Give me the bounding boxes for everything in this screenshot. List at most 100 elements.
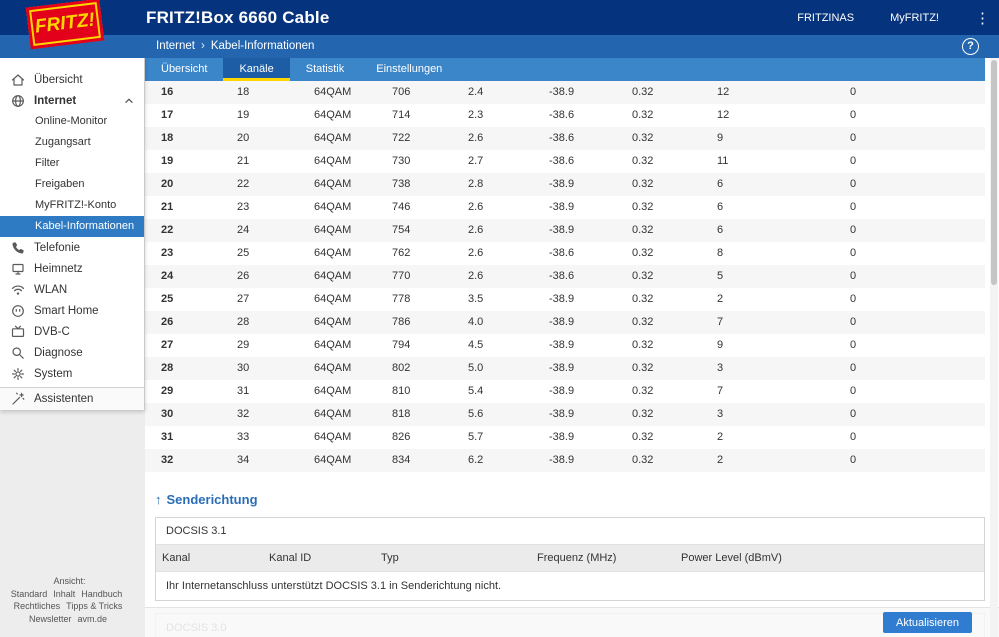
channel-cell: 24 (237, 224, 250, 236)
help-icon[interactable]: ? (962, 38, 979, 55)
sidebar-item-heimnetz[interactable]: Heimnetz (0, 258, 144, 279)
breadcrumb-separator-icon: › (201, 40, 205, 52)
channel-cell: -38.9 (549, 431, 575, 443)
sidebar-item-diagnose[interactable]: Diagnose (0, 342, 144, 363)
refresh-button[interactable]: Aktualisieren (883, 612, 972, 633)
sidebar-item-label: Assistenten (34, 393, 94, 405)
phone-icon (11, 241, 25, 255)
sidebar-item-label: Internet (34, 94, 77, 107)
column-header-kanal: Kanal (162, 552, 191, 564)
footer-link-avmde[interactable]: avm.de (78, 614, 108, 624)
sidebar-item-dvb-c[interactable]: DVB-C (0, 321, 144, 342)
sidebar-item-system[interactable]: System (0, 363, 144, 384)
channel-cell: 0.32 (632, 316, 654, 328)
channel-cell: 762 (392, 247, 411, 259)
sidebar-item-uebersicht[interactable]: Übersicht (0, 69, 144, 90)
channel-cell: 26 (161, 316, 174, 328)
channel-cell: 64QAM (314, 201, 352, 213)
channel-row: 25 27 64QAM 778 3.5 -38.9 0.32 2 0 (145, 288, 985, 311)
channel-cell: 64QAM (314, 86, 352, 98)
sidebar-subitem-zugangsart[interactable]: Zugangsart (0, 132, 144, 153)
tab-kanaele[interactable]: Kanäle (223, 58, 290, 81)
channel-cell: 834 (392, 454, 411, 466)
breadcrumb-section[interactable]: Internet (156, 40, 195, 52)
channel-cell: -38.9 (549, 178, 575, 190)
sidebar-subitem-freigaben[interactable]: Freigaben (0, 174, 144, 195)
sidebar-subitem-filter[interactable]: Filter (0, 153, 144, 174)
channel-cell: 64QAM (314, 270, 352, 282)
channel-cell: 64QAM (314, 339, 352, 351)
globe-icon (11, 94, 25, 108)
sidebar-subitem-myfritz-konto[interactable]: MyFRITZ!-Konto (0, 195, 144, 216)
tab-statistik[interactable]: Statistik (290, 58, 361, 81)
channel-row: 20 22 64QAM 738 2.8 -38.9 0.32 6 0 (145, 173, 985, 196)
channel-cell: 64QAM (314, 224, 352, 236)
tab-einstellungen[interactable]: Einstellungen (360, 58, 458, 81)
top-nav: FRITZINAS MyFRITZ! ⋮ (797, 0, 990, 35)
sidebar-item-label: WLAN (34, 283, 68, 296)
channel-cell: 0 (850, 408, 857, 420)
channel-cell: 2.6 (468, 132, 484, 144)
sidebar-item-wlan[interactable]: WLAN (0, 279, 144, 300)
kebab-menu-icon[interactable]: ⋮ (975, 9, 990, 27)
channel-cell: 0.32 (632, 86, 654, 98)
channel-cell: 64QAM (314, 431, 352, 443)
tab-bar: Übersicht Kanäle Statistik Einstellungen (145, 58, 985, 81)
vertical-scrollbar[interactable] (990, 58, 998, 637)
channel-cell: 64QAM (314, 132, 352, 144)
channel-cell: 0 (850, 270, 857, 282)
channel-cell: 5 (717, 270, 724, 282)
footer-link-rechtliches[interactable]: Rechtliches (14, 601, 61, 611)
main-content: Übersicht Kanäle Statistik Einstellungen… (145, 58, 999, 637)
channel-cell: 12 (717, 109, 730, 121)
column-header-typ: Typ (381, 552, 399, 564)
channel-cell: -38.9 (549, 224, 575, 236)
footer-link-tipps[interactable]: Tipps & Tricks (66, 601, 122, 611)
channel-cell: 0.32 (632, 293, 654, 305)
channel-cell: 28 (161, 362, 174, 374)
channel-cell: -38.9 (549, 86, 575, 98)
nav-user-link[interactable]: FRITZINAS (797, 12, 854, 24)
sidebar-item-smart-home[interactable]: Smart Home (0, 300, 144, 321)
channel-cell: -38.9 (549, 454, 575, 466)
channel-cell: 22 (161, 224, 174, 236)
sidebar-item-telefonie[interactable]: Telefonie (0, 237, 144, 258)
channel-cell: 21 (237, 155, 250, 167)
channel-row: 29 31 64QAM 810 5.4 -38.9 0.32 7 0 (145, 380, 985, 403)
channel-cell: 2.4 (468, 86, 484, 98)
channel-row: 18 20 64QAM 722 2.6 -38.6 0.32 9 0 (145, 127, 985, 150)
senderichtung-title: Senderichtung (166, 492, 258, 507)
channel-cell: 7 (717, 385, 724, 397)
channel-cell: 0 (850, 132, 857, 144)
sidebar-item-internet[interactable]: Internet (0, 90, 144, 111)
sidebar-subitem-online-monitor[interactable]: Online-Monitor (0, 111, 144, 132)
channel-cell: -38.9 (549, 408, 575, 420)
channel-cell: 0 (850, 109, 857, 121)
column-header-frequenz: Frequenz (MHz) (537, 552, 617, 564)
sidebar-item-assistenten[interactable]: Assistenten (0, 387, 144, 410)
sidebar-item-label: Übersicht (34, 73, 83, 86)
footer-link-newsletter[interactable]: Newsletter (29, 614, 72, 624)
channel-cell: 31 (161, 431, 174, 443)
channel-cell: 738 (392, 178, 411, 190)
nav-myfritz-link[interactable]: MyFRITZ! (890, 12, 939, 24)
channel-cell: 8 (717, 247, 724, 259)
channel-cell: 2.6 (468, 201, 484, 213)
sidebar-subitem-kabel-informationen[interactable]: Kabel-Informationen (0, 216, 144, 237)
channel-cell: 2 (717, 293, 724, 305)
tab-uebersicht[interactable]: Übersicht (145, 58, 223, 81)
channel-cell: 64QAM (314, 178, 352, 190)
channel-cell: 29 (237, 339, 250, 351)
footer-link-inhalt[interactable]: Inhalt (53, 589, 75, 599)
channel-cell: 34 (237, 454, 250, 466)
footer-link-handbuch[interactable]: Handbuch (81, 589, 122, 599)
channel-cell: 0.32 (632, 224, 654, 236)
sidebar-item-label: Diagnose (34, 346, 83, 359)
channel-cell: -38.9 (549, 201, 575, 213)
senderichtung-heading: ↑ Senderichtung (155, 492, 999, 507)
channel-cell: -38.6 (549, 270, 575, 282)
scrollbar-thumb[interactable] (991, 60, 997, 285)
channel-cell: 0.32 (632, 201, 654, 213)
channel-cell: 778 (392, 293, 411, 305)
channel-cell: 0.32 (632, 247, 654, 259)
